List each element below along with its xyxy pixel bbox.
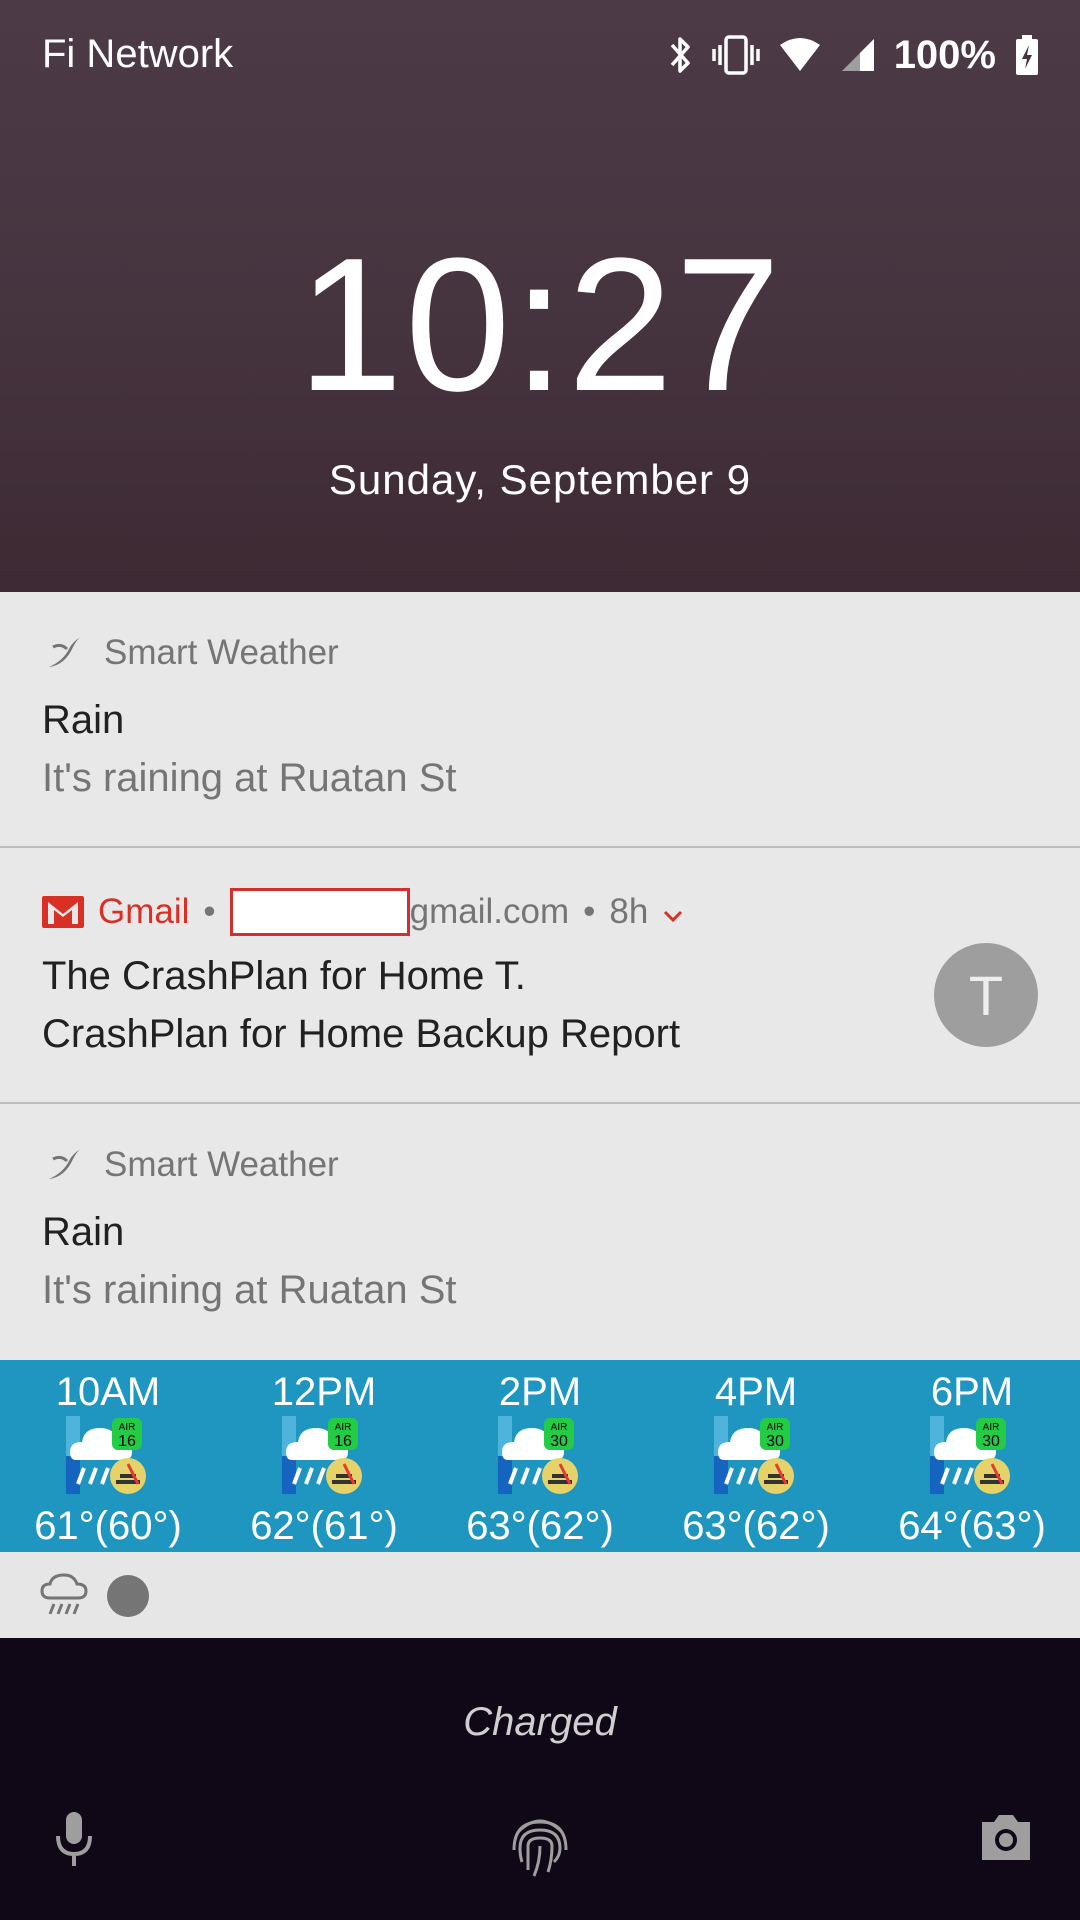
notification-text: It's raining at Ruatan St: [42, 1268, 457, 1312]
air-quality-value: 30: [550, 1433, 568, 1450]
air-label: AIR: [767, 1422, 784, 1433]
bullet: •: [203, 892, 216, 931]
notification-app-name: Gmail: [98, 892, 190, 931]
air-quality-value: 16: [118, 1433, 136, 1450]
notification-smart-weather[interactable]: Smart Weather Rain It's raining at Ruata…: [0, 1104, 1080, 1360]
rain-icon: AIR 16: [66, 1416, 146, 1494]
rain-icon: AIR 30: [498, 1416, 578, 1494]
notification-text: It's raining at Ruatan St: [42, 756, 457, 800]
air-label: AIR: [119, 1422, 136, 1433]
fingerprint-icon[interactable]: [506, 1810, 574, 1880]
smart-weather-icon: [42, 632, 84, 674]
air-label: AIR: [335, 1422, 352, 1433]
chevron-down-icon[interactable]: [662, 892, 684, 932]
rain-cloud-icon: [40, 1573, 88, 1615]
battery-percent: 100%: [893, 32, 996, 77]
bluetooth-icon: [666, 33, 694, 77]
microphone-icon[interactable]: [52, 1810, 96, 1870]
vibrate-icon: [711, 33, 760, 77]
notification-header: Smart Weather: [42, 632, 339, 674]
signal-icon: [840, 37, 876, 73]
forecast-item: 10AM AIR 16 61°(60°): [0, 1360, 216, 1552]
bullet: •: [583, 892, 596, 931]
forecast-temp: 62°(61°): [250, 1504, 398, 1548]
smart-weather-icon: [42, 1144, 84, 1186]
forecast-temp: 64°(63°): [898, 1504, 1046, 1548]
forecast-temp: 61°(60°): [34, 1504, 182, 1548]
rain-icon: AIR 30: [930, 1416, 1010, 1494]
notification-gmail[interactable]: Gmail • gmail.com • 8h The CrashPlan for…: [0, 848, 1080, 1102]
notification-text: CrashPlan for Home Backup Report: [42, 1012, 681, 1056]
weather-widget-footer: [0, 1552, 1080, 1638]
forecast-item: 2PM AIR 30 63°(62°): [432, 1360, 648, 1552]
lockscreen-clock: 10:27: [297, 219, 783, 431]
notification-title: Rain: [42, 698, 125, 742]
carrier-name: Fi Network: [42, 32, 234, 76]
avatar: T: [934, 943, 1038, 1047]
lockscreen-wallpaper: Fi Network 100% 10:27 Sunday, September …: [0, 0, 1080, 592]
forecast-time: 4PM: [714, 1370, 798, 1414]
notification-title: The CrashPlan for Home T.: [42, 954, 526, 998]
forecast-item: 6PM AIR 30 64°(63°): [864, 1360, 1080, 1552]
gmail-icon: [42, 891, 84, 933]
air-quality-value: 30: [982, 1433, 1000, 1450]
notification-smart-weather[interactable]: Smart Weather Rain It's raining at Ruata…: [0, 592, 1080, 847]
notification-app-name: Smart Weather: [104, 1145, 339, 1184]
air-label: AIR: [983, 1422, 1000, 1433]
forecast-time: 2PM: [498, 1370, 582, 1414]
forecast-time: 6PM: [930, 1370, 1014, 1414]
forecast-item: 4PM AIR 30 63°(62°): [648, 1360, 864, 1552]
air-label: AIR: [551, 1422, 568, 1433]
air-quality-value: 16: [334, 1433, 352, 1450]
rain-icon: AIR 16: [282, 1416, 362, 1494]
notification-app-name: Smart Weather: [104, 633, 339, 672]
camera-icon[interactable]: [978, 1812, 1034, 1862]
status-icons: 100%: [666, 30, 1040, 80]
rain-icon: AIR 30: [714, 1416, 794, 1494]
notification-age: 8h: [609, 892, 649, 931]
weather-forecast-strip[interactable]: 10AM AIR 16 61°(60°) 12PM AIR 16 62°(61°…: [0, 1360, 1080, 1552]
forecast-time: 12PM: [271, 1370, 377, 1414]
forecast-item: 12PM AIR 16 62°(61°): [216, 1360, 432, 1552]
air-quality-value: 30: [766, 1433, 784, 1450]
notification-title: Rain: [42, 1210, 125, 1254]
account-suffix: gmail.com: [409, 892, 570, 931]
notification-dot-icon: [107, 1575, 149, 1617]
forecast-temp: 63°(62°): [682, 1504, 830, 1548]
notification-header: Smart Weather: [42, 1144, 339, 1186]
battery-charging-icon: [1014, 33, 1040, 77]
status-bar: Fi Network 100%: [0, 0, 1080, 110]
charging-status: Charged: [463, 1700, 617, 1744]
notification-header: Gmail • gmail.com • 8h: [42, 888, 684, 936]
lockscreen-date: Sunday, September 9: [328, 456, 752, 503]
forecast-time: 10AM: [55, 1370, 161, 1414]
wifi-icon: [778, 37, 822, 73]
forecast-temp: 63°(62°): [466, 1504, 614, 1548]
redacted-sender-box: [229, 888, 410, 936]
